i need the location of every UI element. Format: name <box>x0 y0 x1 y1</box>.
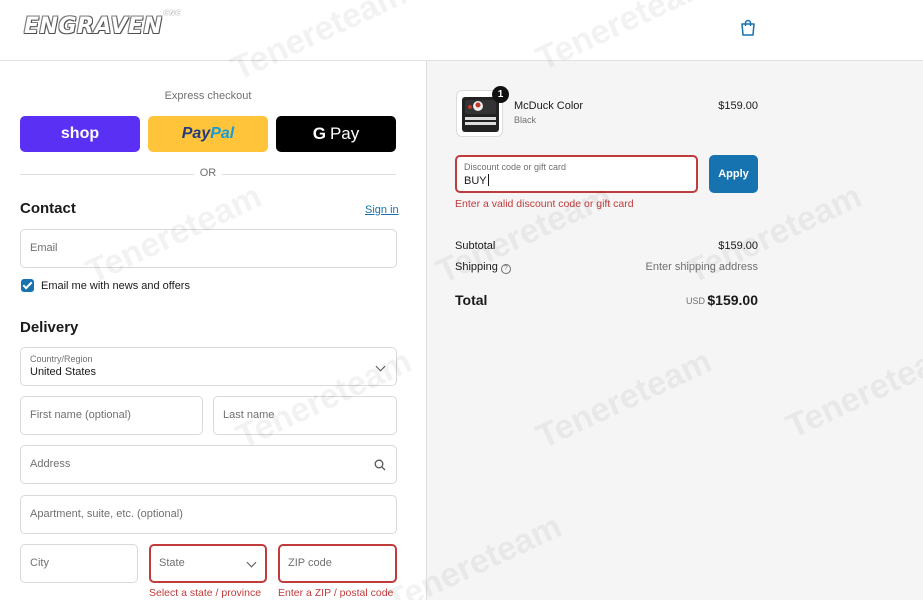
product-variant: Black <box>514 115 537 125</box>
logo[interactable]: ENGRAVENCNC <box>24 9 181 39</box>
google-pay-button[interactable]: G Pay <box>276 116 396 152</box>
city-placeholder: City <box>30 557 49 569</box>
discount-code-field[interactable]: Discount code or gift card BUY <box>455 155 698 193</box>
chevron-down-icon <box>375 361 386 372</box>
express-checkout-label: Express checkout <box>164 90 252 102</box>
order-summary-panel <box>426 61 923 600</box>
discount-value: BUY <box>464 174 489 187</box>
discount-label: Discount code or gift card <box>464 162 567 172</box>
last-name-placeholder: Last name <box>223 409 275 421</box>
state-error: Select a state / province <box>149 587 262 599</box>
shipping-row: Shipping? <box>455 261 511 274</box>
first-name-placeholder: First name (optional) <box>30 409 131 421</box>
contact-title: Contact <box>20 200 76 217</box>
state-select[interactable]: State <box>149 544 267 583</box>
email-field[interactable]: Email <box>20 229 397 268</box>
logo-suffix: CNC <box>163 8 182 17</box>
apartment-placeholder: Apartment, suite, etc. (optional) <box>30 508 183 520</box>
paypal-label-part2: Pal <box>210 125 235 142</box>
city-field[interactable]: City <box>20 544 138 583</box>
shop-pay-button[interactable]: shop <box>20 116 140 152</box>
total-label: Total <box>455 292 488 308</box>
address-field[interactable]: Address <box>20 445 397 484</box>
apartment-field[interactable]: Apartment, suite, etc. (optional) <box>20 495 397 534</box>
discount-error: Enter a valid discount code or gift card <box>455 198 634 210</box>
newsletter-checkbox[interactable] <box>21 279 34 292</box>
shipping-label: Shipping <box>455 261 498 273</box>
last-name-field[interactable]: Last name <box>213 396 397 435</box>
apply-button[interactable]: Apply <box>709 155 758 193</box>
product-price: $159.00 <box>718 100 758 112</box>
zip-error: Enter a ZIP / postal code <box>278 587 394 599</box>
paypal-button[interactable]: Pay Pal <box>148 116 268 152</box>
country-value: United States <box>30 366 97 378</box>
newsletter-label: Email me with news and offers <box>41 280 190 292</box>
quantity-badge: 1 <box>492 86 509 103</box>
google-g-icon: G <box>312 124 326 143</box>
zip-field[interactable]: ZIP code <box>278 544 397 583</box>
header: ENGRAVENCNC <box>0 0 923 61</box>
paypal-label-part1: Pay <box>181 125 211 142</box>
sign-in-link[interactable]: Sign in <box>365 204 399 216</box>
state-placeholder: State <box>159 557 185 569</box>
address-placeholder: Address <box>30 458 71 470</box>
shop-pay-label: shop <box>60 125 100 142</box>
subtotal-value: $159.00 <box>718 240 758 252</box>
zip-placeholder: ZIP code <box>288 557 332 569</box>
total-currency: USD <box>686 296 706 306</box>
country-label: Country/Region <box>30 354 93 364</box>
product-name: McDuck Color <box>514 100 584 112</box>
subtotal-label: Subtotal <box>455 240 496 252</box>
shipping-value: Enter shipping address <box>645 261 758 273</box>
apply-label: Apply <box>718 168 749 180</box>
total-value: $159.00 <box>707 292 758 308</box>
or-label: OR <box>194 167 222 179</box>
chevron-down-icon <box>246 557 257 568</box>
google-pay-label: Pay <box>329 124 360 143</box>
shopping-bag-icon[interactable] <box>740 19 756 37</box>
first-name-field[interactable]: First name (optional) <box>20 396 203 435</box>
search-icon <box>374 459 386 471</box>
email-placeholder: Email <box>30 242 58 254</box>
help-icon[interactable]: ? <box>500 264 511 274</box>
country-select[interactable]: Country/Region United States <box>20 347 397 386</box>
delivery-title: Delivery <box>20 319 79 336</box>
